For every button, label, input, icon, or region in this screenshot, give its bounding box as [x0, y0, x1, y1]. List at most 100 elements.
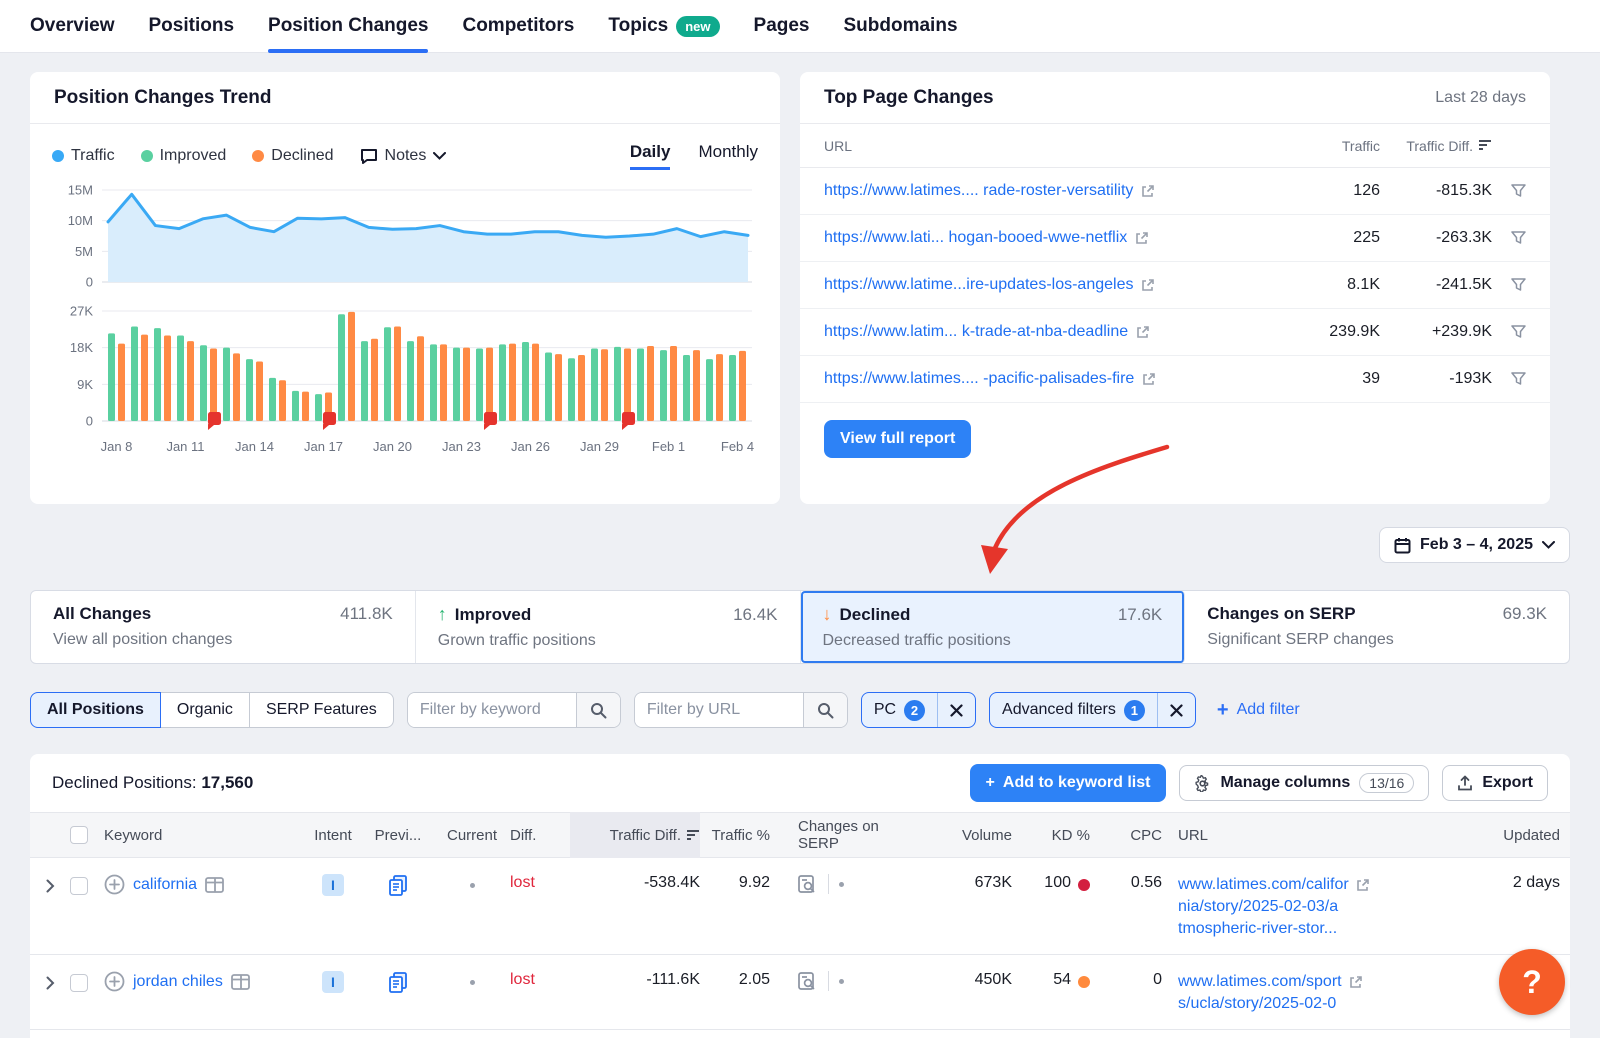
chip-count-badge: 1 [1124, 700, 1145, 721]
select-all-checkbox[interactable] [70, 826, 88, 844]
row-checkbox[interactable] [70, 974, 88, 992]
advanced-filters-label-area[interactable]: Advanced filters 1 [990, 700, 1157, 721]
tab-competitors-label: Competitors [462, 15, 574, 37]
col-traffic-diff[interactable]: Traffic Diff. [570, 812, 700, 858]
date-range-picker[interactable]: Feb 3 – 4, 2025 [1379, 527, 1570, 563]
previous-positions-icon[interactable] [387, 971, 409, 995]
serp-changes-icon[interactable] [798, 972, 818, 990]
tab-monthly[interactable]: Monthly [698, 142, 758, 170]
filter-funnel-icon[interactable] [1511, 372, 1526, 386]
new-badge: new [676, 16, 719, 37]
col-previous[interactable]: Previ... [362, 827, 434, 844]
col-header-traffic-diff[interactable]: Traffic Diff. [1380, 138, 1492, 154]
svg-text:Feb 1: Feb 1 [652, 439, 685, 454]
card-all-changes[interactable]: All Changes 411.8K View all position cha… [31, 591, 416, 663]
tab-subdomains[interactable]: Subdomains [844, 0, 958, 53]
result-url[interactable]: www.latimes.com/califor nia/story/2025-0… [1162, 874, 1374, 940]
card-improved[interactable]: ↑ Improved 16.4K Grown traffic positions [416, 591, 801, 663]
segment-serp-features[interactable]: SERP Features [249, 692, 394, 728]
pc-chip-remove-button[interactable] [937, 693, 975, 727]
legend-traffic[interactable]: Traffic [52, 147, 115, 165]
col-changes-on-serp[interactable]: Changes on SERP [770, 818, 920, 852]
col-url[interactable]: URL [1162, 827, 1374, 844]
col-diff[interactable]: Diff. [510, 827, 570, 844]
col-intent[interactable]: Intent [304, 827, 362, 844]
advanced-filters-remove-button[interactable] [1157, 693, 1195, 727]
segment-all-positions[interactable]: All Positions [30, 692, 161, 728]
filter-funnel-icon[interactable] [1511, 325, 1526, 339]
keyword-link[interactable]: california [133, 876, 197, 894]
tab-overview[interactable]: Overview [30, 0, 115, 53]
declined-positions-summary: Declined Positions: 17,560 [52, 773, 253, 793]
serp-snapshot-icon[interactable] [205, 877, 224, 893]
card-changes-on-serp[interactable]: Changes on SERP 69.3K Significant SERP c… [1185, 591, 1569, 663]
legend-declined-label: Declined [271, 147, 333, 165]
page-url-link[interactable]: https://www.lati... hogan-booed-wwe-netf… [824, 229, 1290, 247]
traffic-diff-value: -538.4K [570, 874, 700, 892]
help-button[interactable]: ? [1499, 949, 1565, 1015]
filter-funnel-icon[interactable] [1511, 184, 1526, 198]
intent-badge[interactable]: I [322, 971, 344, 993]
export-button[interactable]: Export [1442, 765, 1548, 801]
current-position-dot [470, 980, 475, 985]
page-url-link[interactable]: https://www.latimes.... -pacific-palisad… [824, 370, 1290, 388]
expand-chevron-icon[interactable] [46, 879, 55, 893]
card-title: Improved [455, 605, 532, 625]
external-link-icon [1136, 325, 1150, 339]
col-cpc[interactable]: CPC [1090, 827, 1162, 844]
pc-chip-label-area[interactable]: PC 2 [862, 700, 937, 721]
expand-chevron-icon[interactable] [46, 976, 55, 990]
col-kd[interactable]: KD % [1012, 827, 1090, 844]
svg-text:9K: 9K [77, 377, 93, 392]
col-keyword[interactable]: Keyword [104, 827, 304, 844]
legend-declined[interactable]: Declined [252, 147, 333, 165]
tab-position-changes[interactable]: Position Changes [268, 0, 428, 53]
page-traffic-diff: -193K [1380, 370, 1492, 388]
keyword-filter-input[interactable] [408, 693, 576, 727]
gear-icon [1194, 775, 1211, 792]
tab-competitors[interactable]: Competitors [462, 0, 574, 53]
card-subtitle: Grown traffic positions [438, 632, 778, 650]
card-declined[interactable]: ↓ Declined 17.6K Decreased traffic posit… [801, 591, 1186, 663]
page-traffic: 225 [1290, 229, 1380, 247]
add-keyword-plus-icon[interactable] [104, 874, 125, 895]
tab-topics[interactable]: Topics new [608, 0, 719, 53]
url-filter-input[interactable] [635, 693, 803, 727]
col-current[interactable]: Current [434, 827, 510, 844]
arrow-down-icon: ↓ [823, 604, 832, 625]
col-updated[interactable]: Updated [1374, 827, 1570, 844]
serp-snapshot-icon[interactable] [231, 974, 250, 990]
card-value: 69.3K [1503, 604, 1547, 624]
add-to-keyword-list-button[interactable]: + Add to keyword list [970, 764, 1167, 802]
traffic-pct-value: 2.05 [700, 971, 770, 989]
filter-funnel-icon[interactable] [1511, 231, 1526, 245]
manage-columns-button[interactable]: Manage columns 13/16 [1179, 765, 1429, 801]
url-search-button[interactable] [803, 693, 847, 727]
card-title: Declined [840, 605, 911, 625]
legend-improved[interactable]: Improved [141, 147, 227, 165]
tab-positions[interactable]: Positions [149, 0, 235, 53]
page-url-link[interactable]: https://www.latim... k-trade-at-nba-dead… [824, 323, 1290, 341]
serp-changes-icon[interactable] [798, 875, 818, 893]
page-url-link[interactable]: https://www.latime...ire-updates-los-ang… [824, 276, 1290, 294]
svg-text:Jan 26: Jan 26 [511, 439, 550, 454]
view-full-report-button[interactable]: View full report [824, 420, 971, 458]
note-bubble-icon [360, 148, 378, 165]
row-checkbox[interactable] [70, 877, 88, 895]
keyword-search-button[interactable] [576, 693, 620, 727]
notes-dropdown[interactable]: Notes [360, 147, 447, 165]
previous-positions-icon[interactable] [387, 874, 409, 898]
segment-organic[interactable]: Organic [160, 692, 250, 728]
intent-badge[interactable]: I [322, 874, 344, 896]
columns-count-pill: 13/16 [1359, 773, 1414, 793]
add-filter-button[interactable]: + Add filter [1217, 699, 1300, 722]
col-volume[interactable]: Volume [920, 827, 1012, 844]
page-url-link[interactable]: https://www.latimes.... rade-roster-vers… [824, 182, 1290, 200]
keyword-link[interactable]: jordan chiles [133, 973, 223, 991]
add-keyword-plus-icon[interactable] [104, 971, 125, 992]
tab-pages[interactable]: Pages [754, 0, 810, 53]
result-url[interactable]: www.latimes.com/sport s/ucla/story/2025-… [1162, 971, 1374, 1015]
col-traffic-pct[interactable]: Traffic % [700, 827, 770, 844]
filter-funnel-icon[interactable] [1511, 278, 1526, 292]
tab-daily[interactable]: Daily [630, 142, 671, 170]
